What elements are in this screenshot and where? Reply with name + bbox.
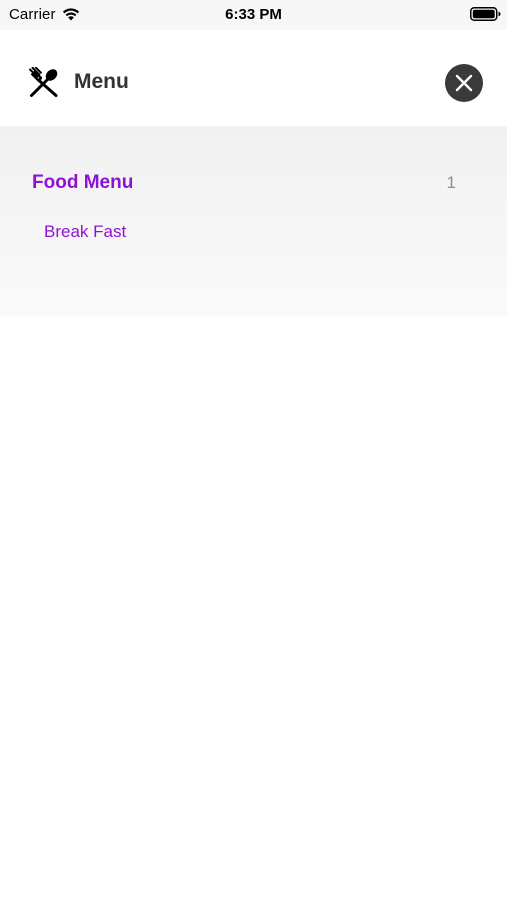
fork-spoon-icon [28, 66, 60, 99]
page-title: Menu [74, 70, 129, 93]
status-bar: Carrier 6:33 PM [0, 0, 507, 30]
section-food-menu[interactable]: Food Menu 1 [0, 166, 507, 202]
menu-header: Menu [0, 38, 507, 126]
close-icon [455, 74, 473, 92]
close-button[interactable] [445, 64, 483, 102]
status-time: 6:33 PM [225, 6, 282, 23]
battery-icon [470, 7, 501, 21]
section-count-badge: 1 [446, 173, 456, 192]
menu-panel: Food Menu 1 Break Fast [0, 126, 507, 316]
section-title: Food Menu [32, 172, 134, 193]
menu-item-break-fast[interactable]: Break Fast [44, 222, 126, 242]
